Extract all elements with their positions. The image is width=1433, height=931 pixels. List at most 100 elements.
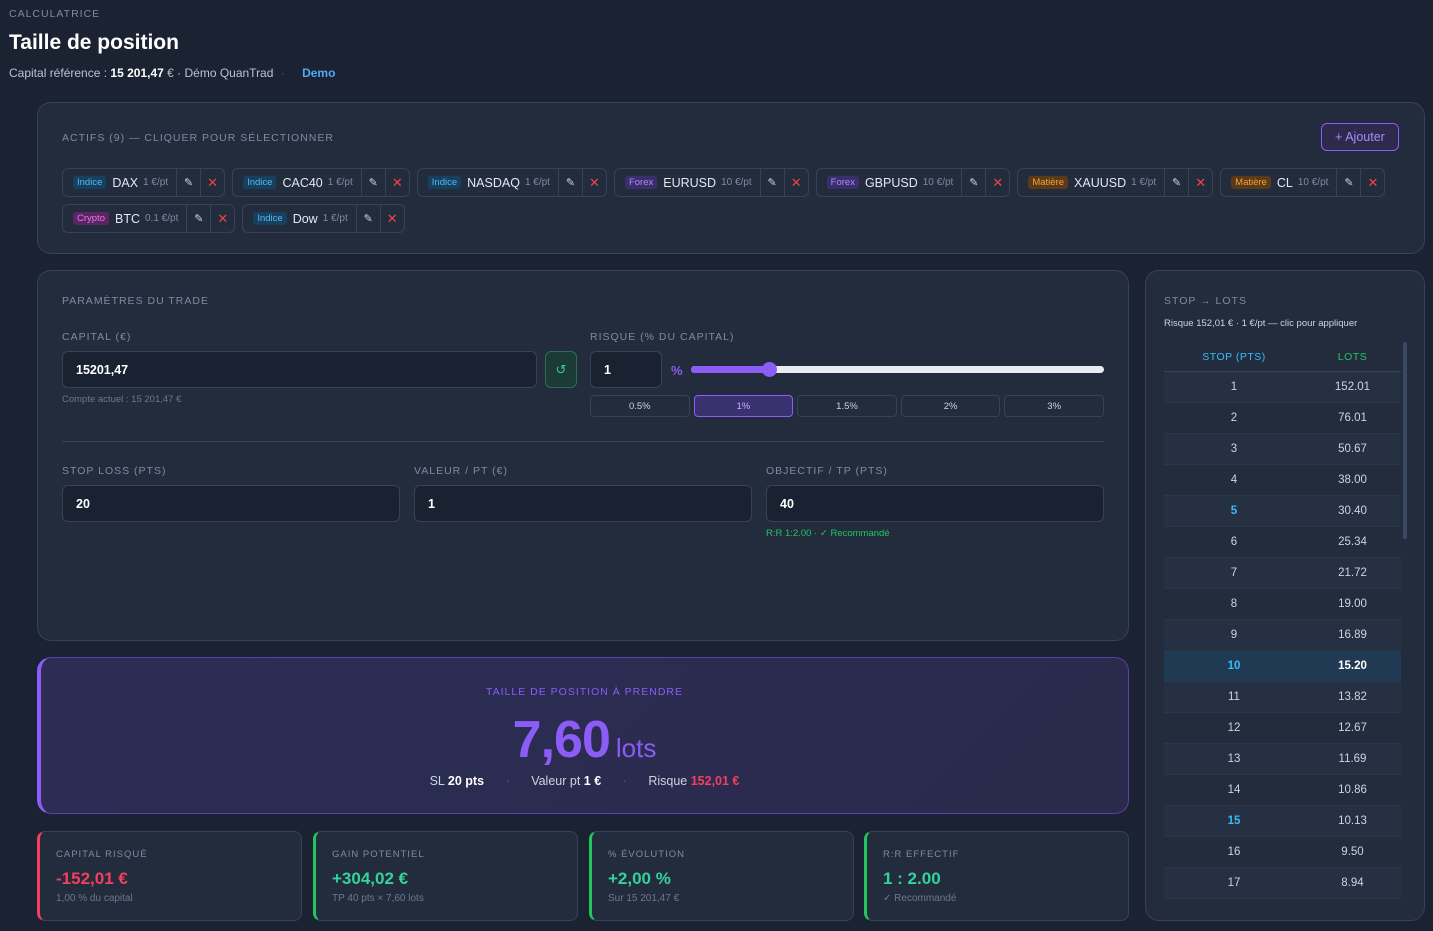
table-row[interactable]: 8 19.00 <box>1164 589 1401 620</box>
capital-input[interactable]: 15201,47 <box>62 351 537 388</box>
take-profit-input[interactable]: 40 <box>766 485 1104 522</box>
risk-preset-button[interactable]: 1% <box>693 395 794 417</box>
table-row[interactable]: 9 16.89 <box>1164 620 1401 651</box>
lots-cell: 11.69 <box>1338 753 1367 765</box>
asset-list: Indice DAX 1 €/pt ✎ ✕ Indice CAC40 1 €/pt ✎ ✕ Indi… <box>62 168 1402 233</box>
edit-icon[interactable]: ✎ <box>1164 169 1188 196</box>
lots-cell: 38.00 <box>1338 474 1367 486</box>
delete-icon[interactable]: ✕ <box>985 169 1009 196</box>
lots-cell: 50.67 <box>1338 443 1367 455</box>
edit-icon[interactable]: ✎ <box>557 169 582 196</box>
edit-icon[interactable]: ✎ <box>961 169 985 196</box>
delete-icon[interactable]: ✕ <box>379 205 404 232</box>
asset-category-badge: Indice <box>243 176 277 189</box>
stat-card: CAPITAL RISQUÉ -152,01 € 1,00 % du capital <box>37 831 302 921</box>
asset-chip[interactable]: Indice CAC40 1 €/pt ✎ ✕ <box>232 168 410 197</box>
table-row[interactable]: 15 10.13 <box>1164 806 1401 837</box>
asset-chip-select[interactable]: Crypto BTC 0.1 €/pt <box>63 205 186 232</box>
asset-chip[interactable]: Crypto BTC 0.1 €/pt ✎ ✕ <box>62 204 236 233</box>
table-row[interactable]: 2 76.01 <box>1164 403 1401 434</box>
risk-preset-button[interactable]: 1.5% <box>797 395 897 417</box>
stop-cell: 1 <box>1230 381 1238 393</box>
point-value-input[interactable]: 1 <box>414 485 752 522</box>
asset-chip-select[interactable]: Forex EURUSD 10 €/pt <box>615 169 760 196</box>
stop-loss-label: STOP LOSS (PTS) <box>62 465 167 477</box>
table-row[interactable]: 7 21.72 <box>1164 558 1401 589</box>
asset-chip[interactable]: Forex EURUSD 10 €/pt ✎ ✕ <box>613 168 809 197</box>
asset-chip-select[interactable]: Forex GBPUSD 10 €/pt <box>817 169 962 196</box>
asset-chip[interactable]: Matière XAUUSD 1 €/pt ✎ ✕ <box>1017 168 1214 197</box>
asset-chip-select[interactable]: Indice NASDAQ 1 €/pt <box>418 169 558 196</box>
asset-name: NASDAQ <box>467 175 520 190</box>
result-pt-value: 1 € <box>583 774 602 788</box>
table-row[interactable]: 10 15.20 <box>1164 651 1401 682</box>
asset-chip-select[interactable]: Matière XAUUSD 1 €/pt <box>1018 169 1164 196</box>
table-row[interactable]: 16 9.50 <box>1164 837 1401 868</box>
delete-icon[interactable]: ✕ <box>581 169 606 196</box>
table-row[interactable]: 1 152.01 <box>1164 372 1401 403</box>
asset-chip-select[interactable]: Indice DAX 1 €/pt <box>63 169 176 196</box>
asset-chip[interactable]: Indice NASDAQ 1 €/pt ✎ ✕ <box>416 168 607 197</box>
divider <box>62 441 1104 442</box>
capital-reference-label: Capital référence : <box>9 66 108 80</box>
risk-preset-button[interactable]: 3% <box>1004 395 1104 417</box>
scrollbar[interactable] <box>1403 342 1407 539</box>
edit-icon[interactable]: ✎ <box>1336 169 1360 196</box>
asset-chip-select[interactable]: Indice Dow 1 €/pt <box>243 205 355 232</box>
stop-cell: 2 <box>1230 412 1238 424</box>
stat-label: R:R EFFECTIF <box>883 849 960 860</box>
risk-slider[interactable] <box>691 362 1104 377</box>
lots-cell: 16.89 <box>1338 629 1367 641</box>
asset-chip-select[interactable]: Matière CL 10 €/pt <box>1221 169 1336 196</box>
add-asset-button[interactable]: + Ajouter <box>1321 123 1399 151</box>
risk-unit: % <box>671 363 683 378</box>
table-row[interactable]: 5 30.40 <box>1164 496 1401 527</box>
point-value-label: VALEUR / PT (€) <box>414 465 508 477</box>
edit-icon[interactable]: ✎ <box>360 169 385 196</box>
asset-chip[interactable]: Forex GBPUSD 10 €/pt ✎ ✕ <box>815 168 1011 197</box>
capital-reference: Capital référence : 15 201,47 € · Démo Q… <box>9 66 335 80</box>
table-row[interactable]: 13 11.69 <box>1164 744 1401 775</box>
asset-chip[interactable]: Indice DAX 1 €/pt ✎ ✕ <box>62 168 226 197</box>
stop-loss-input[interactable]: 20 <box>62 485 400 522</box>
asset-chip-select[interactable]: Indice CAC40 1 €/pt <box>233 169 361 196</box>
edit-icon[interactable]: ✎ <box>759 169 784 196</box>
table-row[interactable]: 17 8.94 <box>1164 868 1401 899</box>
risk-preset-button[interactable]: 2% <box>900 395 1001 417</box>
result-meta: SL 20 pts · Valeur pt 1 € · Risque 152,0… <box>41 774 1128 788</box>
lots-cell: 13.82 <box>1338 691 1367 703</box>
asset-chip[interactable]: Matière CL 10 €/pt ✎ ✕ <box>1220 168 1386 197</box>
table-body: 1 152.01 2 76.01 3 50.67 4 38.00 5 30.40 6 25.34 7 21… <box>1164 372 1401 899</box>
lots-cell: 10.13 <box>1338 815 1367 827</box>
edit-icon[interactable]: ✎ <box>186 205 210 232</box>
risk-slider-thumb[interactable] <box>762 362 778 377</box>
stop-table-title: STOP → LOTS <box>1164 295 1247 307</box>
table-row[interactable]: 3 50.67 <box>1164 434 1401 465</box>
delete-icon[interactable]: ✕ <box>1188 169 1212 196</box>
asset-point-value: 1 €/pt <box>143 177 169 188</box>
table-row[interactable]: 4 38.00 <box>1164 465 1401 496</box>
risk-input[interactable]: 1 <box>590 351 662 388</box>
delete-icon[interactable]: ✕ <box>384 169 409 196</box>
delete-icon[interactable]: ✕ <box>1360 169 1384 196</box>
delete-icon[interactable]: ✕ <box>210 205 234 232</box>
lots-cell: 21.72 <box>1338 567 1367 579</box>
delete-icon[interactable]: ✕ <box>200 169 224 196</box>
refresh-capital-button[interactable]: ↺ <box>545 351 577 388</box>
stop-cell: 8 <box>1230 598 1238 610</box>
delete-icon[interactable]: ✕ <box>783 169 808 196</box>
stop-cell: 15 <box>1227 815 1241 827</box>
risk-preset-button[interactable]: 0.5% <box>590 395 690 417</box>
table-row[interactable]: 11 13.82 <box>1164 682 1401 713</box>
risk-reward-note: R:R 1:2.00 · ✓ Recommandé <box>766 528 890 539</box>
table-row[interactable]: 12 12.67 <box>1164 713 1401 744</box>
table-row[interactable]: 14 10.86 <box>1164 775 1401 806</box>
edit-icon[interactable]: ✎ <box>176 169 200 196</box>
asset-chip[interactable]: Indice Dow 1 €/pt ✎ ✕ <box>242 204 405 233</box>
stat-label: % ÉVOLUTION <box>608 849 685 860</box>
separator: · <box>622 774 627 788</box>
table-row[interactable]: 6 25.34 <box>1164 527 1401 558</box>
stat-value: +304,02 € <box>332 869 409 888</box>
asset-name: CL <box>1276 175 1293 190</box>
edit-icon[interactable]: ✎ <box>355 205 380 232</box>
